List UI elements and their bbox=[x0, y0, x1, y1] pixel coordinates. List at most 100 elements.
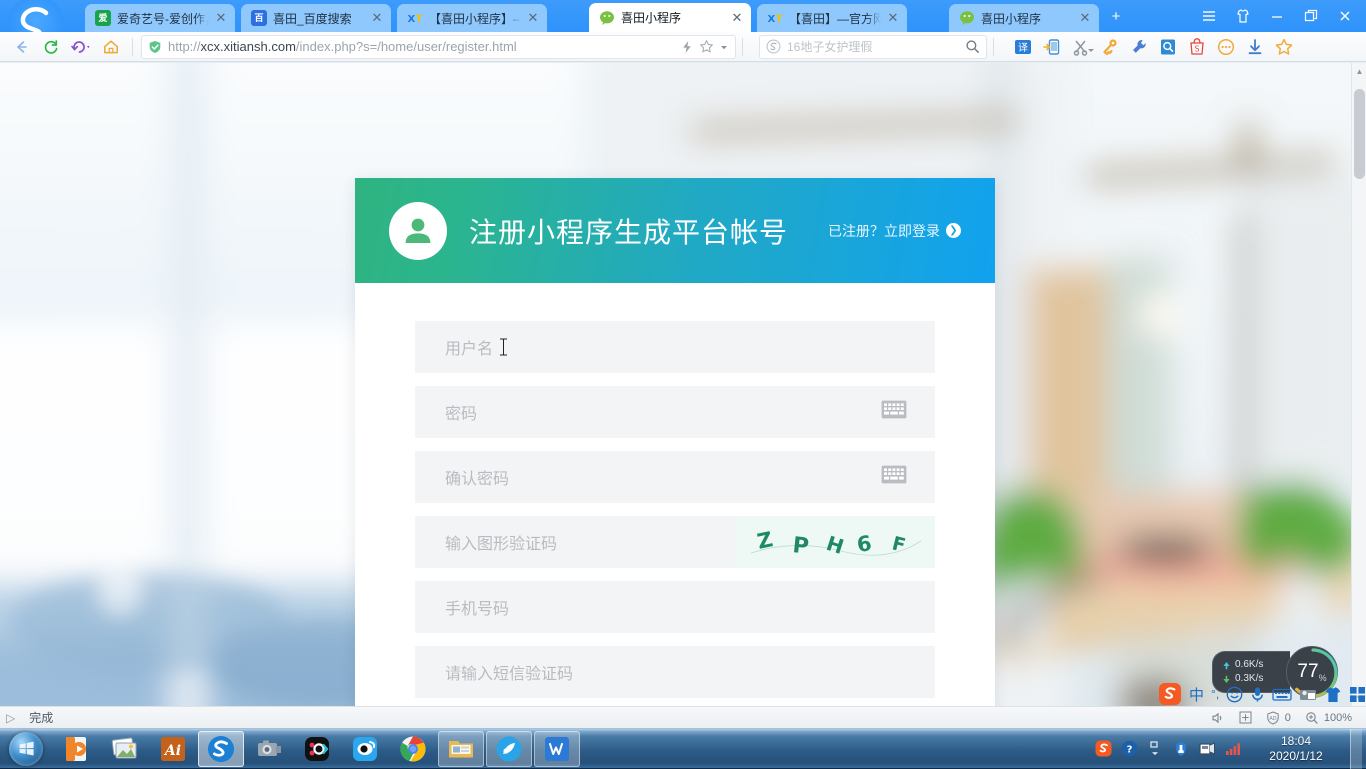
ime-punctuation-icon[interactable]: °, bbox=[1211, 687, 1219, 701]
phone-input[interactable]: 手机号码 bbox=[415, 581, 935, 633]
search-icon[interactable] bbox=[965, 39, 980, 54]
page-search-icon[interactable] bbox=[1155, 35, 1181, 59]
page-title: 注册小程序生成平台帐号 bbox=[469, 216, 789, 248]
password-input[interactable]: 密码 bbox=[415, 386, 935, 438]
status-zoom-in-icon[interactable] bbox=[1239, 711, 1252, 724]
taskbar-item-sogou-browser[interactable] bbox=[198, 730, 244, 767]
skin-button[interactable] bbox=[1226, 0, 1260, 32]
vertical-scrollbar[interactable]: ▲ ▼ bbox=[1351, 63, 1366, 706]
tray-network-adapter-icon[interactable] bbox=[1198, 740, 1216, 758]
new-tab-button[interactable]: + bbox=[1105, 7, 1127, 27]
reload-button[interactable] bbox=[36, 34, 66, 60]
quick-login-key-icon[interactable] bbox=[1097, 35, 1123, 59]
taskbar-item-photo-viewer[interactable] bbox=[102, 731, 148, 767]
taskbar-item-camera-tool[interactable] bbox=[246, 731, 292, 767]
browser-tab-2[interactable]: 百喜田_百度搜索 ✕ bbox=[241, 4, 391, 32]
browser-tab-4[interactable]: 喜田小程序 ✕ bbox=[589, 3, 751, 32]
more-menu-icon[interactable] bbox=[1213, 35, 1239, 59]
taskbar-item-weibo[interactable] bbox=[342, 731, 388, 767]
sms-code-input[interactable]: 请输入短信验证码 bbox=[415, 646, 935, 698]
ime-skin-icon[interactable] bbox=[1324, 686, 1342, 703]
address-bar-actions bbox=[680, 39, 729, 54]
svg-text:T: T bbox=[776, 14, 783, 25]
show-desktop-button[interactable] bbox=[1350, 728, 1362, 769]
tools-wrench-icon[interactable] bbox=[1126, 35, 1152, 59]
toolbar-divider bbox=[132, 37, 133, 56]
mobile-view-icon[interactable] bbox=[1039, 35, 1065, 59]
ime-toolbox-icon[interactable] bbox=[1299, 686, 1317, 702]
back-button[interactable] bbox=[6, 34, 36, 60]
tools-divider bbox=[993, 37, 994, 56]
username-input[interactable]: 用户名 bbox=[415, 321, 935, 373]
status-adblock-count[interactable]: AD 0 bbox=[1266, 710, 1291, 725]
captcha-input-placeholder: 输入图形验证码 bbox=[445, 536, 558, 553]
ime-voice-icon[interactable] bbox=[1250, 686, 1265, 703]
vertical-scrollbar-thumb[interactable] bbox=[1354, 89, 1365, 179]
status-bar-right: AD 0 100% bbox=[1211, 710, 1360, 725]
history-button[interactable] bbox=[66, 34, 96, 60]
status-zoom-level[interactable]: 100% bbox=[1305, 711, 1352, 725]
soft-keyboard-icon[interactable] bbox=[881, 465, 907, 489]
sogou-s-icon bbox=[766, 39, 781, 54]
address-bar[interactable]: http://xcx.xitiansh.com/index.php?s=/hom… bbox=[141, 34, 736, 59]
taskbar-item-media-player[interactable] bbox=[54, 731, 100, 767]
downloads-icon[interactable] bbox=[1242, 35, 1268, 59]
browser-tab-3[interactable]: XT 【喜田小程序】—官方… ✕ bbox=[397, 4, 547, 32]
browser-tab-close-icon[interactable]: ✕ bbox=[213, 10, 229, 26]
status-play-icon[interactable]: ▷ bbox=[6, 711, 15, 725]
lightning-accelerate-icon[interactable] bbox=[680, 40, 694, 54]
browser-tab-label: 喜田小程序 bbox=[621, 11, 682, 25]
taskbar-item-illustrator[interactable]: Ai bbox=[150, 731, 196, 767]
browser-tab-close-icon[interactable]: ✕ bbox=[1077, 10, 1093, 26]
start-button[interactable] bbox=[0, 730, 52, 768]
status-sound-icon[interactable] bbox=[1211, 711, 1225, 725]
soft-keyboard-icon[interactable] bbox=[881, 400, 907, 424]
tray-sogou-icon[interactable] bbox=[1094, 740, 1112, 758]
ime-language-icon[interactable]: 中 bbox=[1189, 684, 1204, 705]
screenshot-scissors-icon[interactable] bbox=[1068, 35, 1094, 59]
bookmark-dropdown-icon[interactable] bbox=[719, 42, 729, 52]
browser-tab-6[interactable]: 喜田小程序 ✕ bbox=[949, 4, 1099, 32]
taskbar-item-wps-writer[interactable] bbox=[534, 730, 580, 767]
ime-softkeyboard-icon[interactable] bbox=[1272, 687, 1292, 702]
restore-button[interactable] bbox=[1294, 0, 1328, 32]
close-button[interactable] bbox=[1328, 0, 1362, 32]
captcha-image[interactable]: ZPH6FZPH6F bbox=[735, 516, 935, 568]
status-text: 完成 bbox=[29, 711, 54, 725]
favorites-star-icon[interactable] bbox=[1271, 35, 1297, 59]
browser-menu-button[interactable] bbox=[1192, 0, 1226, 32]
browser-tab-5[interactable]: XT 【喜田】—官方网站 ✕ bbox=[757, 4, 907, 32]
browser-tab-close-icon[interactable]: ✕ bbox=[729, 10, 745, 26]
sogou-ime-logo-icon[interactable] bbox=[1158, 682, 1182, 706]
browser-tab-label: 【喜田小程序】—官方… bbox=[429, 11, 521, 26]
confirm-password-input-placeholder: 确认密码 bbox=[445, 471, 510, 488]
taskbar-item-okcoin[interactable] bbox=[294, 731, 340, 767]
browser-tab-close-icon[interactable]: ✕ bbox=[885, 10, 901, 26]
captcha-input[interactable]: 输入图形验证码 ZPH6FZPH6F bbox=[415, 516, 935, 568]
confirm-password-input[interactable]: 确认密码 bbox=[415, 451, 935, 503]
taskbar-clock[interactable]: 18:04 2020/1/12 bbox=[1250, 734, 1342, 764]
scroll-up-arrow[interactable]: ▲ bbox=[1352, 63, 1366, 79]
user-avatar-icon bbox=[389, 201, 447, 260]
taskbar-item-chrome[interactable] bbox=[390, 731, 436, 767]
home-button[interactable] bbox=[96, 34, 126, 60]
tray-overflow-icon[interactable] bbox=[1146, 740, 1164, 758]
browser-tab-1[interactable]: 爱爱奇艺号-爱创作，爱… ✕ bbox=[85, 4, 235, 32]
taskbar-item-file-explorer[interactable] bbox=[438, 730, 484, 767]
minimize-button[interactable] bbox=[1260, 0, 1294, 32]
search-box[interactable]: 16地子女护理假 bbox=[759, 34, 987, 59]
bookmark-star-icon[interactable] bbox=[699, 39, 714, 54]
taskbar-item-qq-browser[interactable] bbox=[486, 730, 532, 767]
browser-tab-close-icon[interactable]: ✕ bbox=[369, 10, 385, 26]
ime-emoji-icon[interactable] bbox=[1226, 686, 1243, 703]
browser-tab-close-icon[interactable]: ✕ bbox=[525, 10, 541, 26]
login-link[interactable]: 已注册？立即登录 ❯ bbox=[828, 221, 961, 241]
sogou-shop-icon[interactable]: S bbox=[1184, 35, 1210, 59]
translate-icon[interactable]: 译 bbox=[1010, 35, 1036, 59]
wechat-icon bbox=[959, 10, 975, 26]
tray-help-icon[interactable]: ? bbox=[1120, 740, 1138, 758]
tray-safe-remove-icon[interactable] bbox=[1172, 740, 1190, 758]
ime-menu-icon[interactable] bbox=[1349, 686, 1366, 703]
registration-card-header: 注册小程序生成平台帐号 已注册？立即登录 ❯ bbox=[355, 178, 995, 283]
tray-signal-icon[interactable] bbox=[1224, 740, 1242, 758]
